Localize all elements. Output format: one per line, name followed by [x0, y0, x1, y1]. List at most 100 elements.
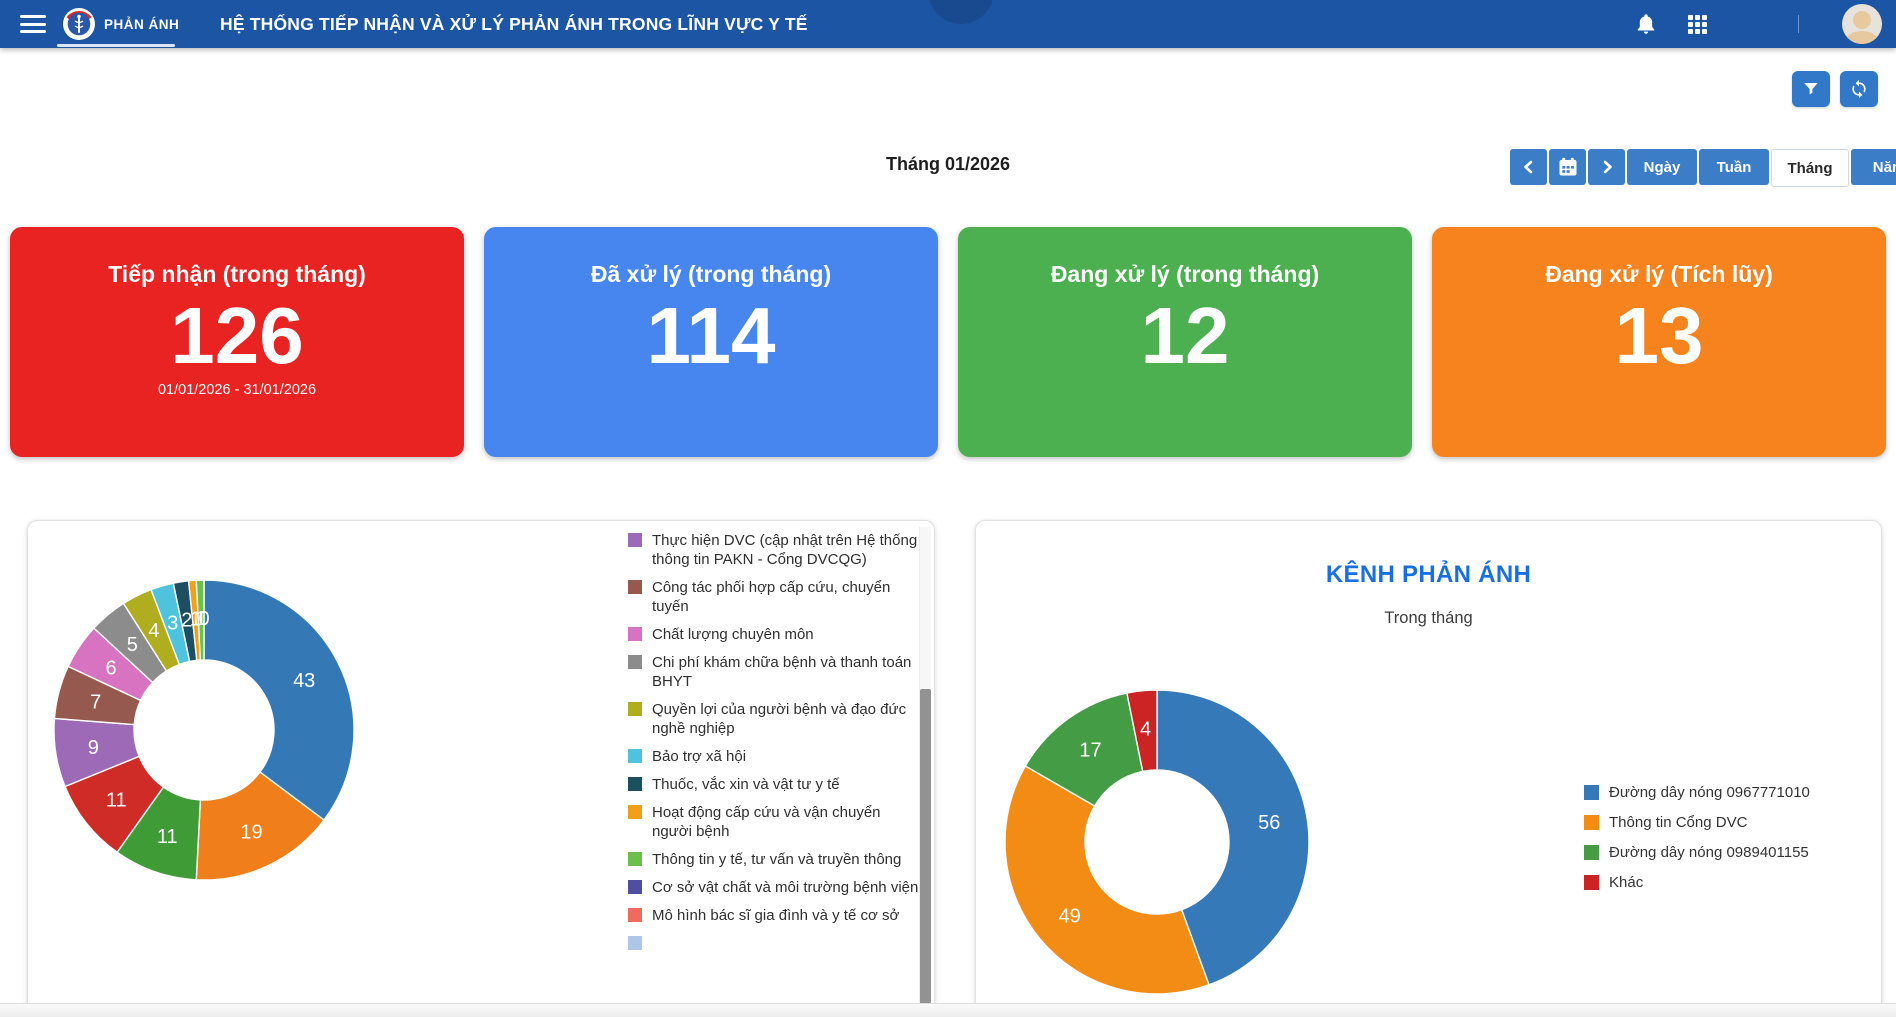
slice-value-label: 3: [167, 613, 178, 635]
user-avatar[interactable]: [1842, 4, 1882, 44]
stat-card-tiep-nhan[interactable]: Tiếp nhận (trong tháng) 126 01/01/2026 -…: [10, 227, 464, 457]
stat-value: 114: [484, 294, 938, 378]
legend-item[interactable]: Đường dây nóng 0967771010: [1584, 783, 1864, 802]
legend-swatch: [628, 655, 642, 669]
stat-title: Đang xử lý (trong tháng): [958, 227, 1412, 288]
stat-date-range: 01/01/2026 - 31/01/2026: [10, 382, 464, 398]
channel-donut-card: KÊNH PHẢN ÁNH Trong tháng 5649174 Đường …: [975, 520, 1882, 1017]
legend-swatch: [1584, 785, 1599, 800]
legend-label: Mô hình bác sĩ gia đình và y tế cơ sở: [652, 906, 899, 925]
legend-item[interactable]: Thông tin Cổng DVC: [1584, 813, 1864, 832]
chart-subtitle: Trong tháng: [976, 609, 1881, 628]
legend-item[interactable]: Chất lượng chuyên môn: [628, 625, 920, 644]
brand-active-underline: [57, 44, 175, 47]
legend-label: Cơ sở vật chất và môi trường bệnh viện: [652, 878, 918, 897]
legend-item[interactable]: Mô hình bác sĩ gia đình và y tế cơ sở: [628, 906, 920, 925]
slice-value-label: 11: [106, 790, 127, 812]
category-legend: Thực hiện DVC (cập nhật trên Hệ thống th…: [628, 531, 920, 959]
funnel-icon: [1802, 80, 1820, 98]
legend-item[interactable]: Quyền lợi của người bệnh và đạo đức nghề…: [628, 700, 920, 738]
legend-item[interactable]: Hoạt động cấp cứu và vận chuyển người bệ…: [628, 803, 920, 841]
stat-value: 12: [958, 294, 1412, 378]
legend-swatch: [628, 805, 642, 819]
legend-swatch: [628, 936, 642, 950]
apps-grid-icon[interactable]: [1688, 15, 1707, 34]
calendar-icon: [1558, 157, 1578, 177]
brand[interactable]: PHẢN ÁNH: [62, 0, 179, 48]
legend-item[interactable]: Khác: [1584, 873, 1864, 892]
stat-title: Đang xử lý (Tích lũy): [1432, 227, 1886, 288]
legend-swatch: [628, 702, 642, 716]
legend-scrollbar-thumb[interactable]: [920, 689, 931, 1017]
stats-row: Tiếp nhận (trong tháng) 126 01/01/2026 -…: [10, 227, 1886, 457]
stat-title: Tiếp nhận (trong tháng): [10, 227, 464, 288]
legend-label: Thông tin Cổng DVC: [1609, 813, 1747, 832]
next-period-button[interactable]: [1588, 149, 1625, 185]
legend-label: Thực hiện DVC (cập nhật trên Hệ thống th…: [652, 531, 920, 569]
view-button-tuan[interactable]: Tuần: [1699, 149, 1769, 185]
legend-swatch: [628, 908, 642, 922]
ministry-of-health-logo-icon: [62, 7, 96, 41]
stat-card-da-xu-ly[interactable]: Đã xử lý (trong tháng) 114: [484, 227, 938, 457]
stat-card-dang-xu-ly-thang[interactable]: Đang xử lý (trong tháng) 12: [958, 227, 1412, 457]
legend-label: Chất lượng chuyên môn: [652, 625, 814, 644]
view-button-thang[interactable]: Tháng: [1771, 149, 1849, 187]
channel-legend: Đường dây nóng 0967771010 Thông tin Cổng …: [1584, 783, 1864, 903]
legend-label: Đường dây nóng 0989401155: [1609, 843, 1809, 862]
date-nav-group: Ngày Tuần Tháng Năm: [1510, 149, 1896, 185]
notifications-bell-icon[interactable]: [1634, 13, 1658, 35]
dashboard-page: PHẢN ÁNH HỆ THỐNG TIẾP NHẬN VÀ XỬ LÝ PHẢ…: [0, 0, 1896, 1017]
legend-item[interactable]: [628, 934, 920, 950]
legend-swatch: [628, 852, 642, 866]
horizontal-scrollbar[interactable]: [0, 1003, 1896, 1017]
view-button-ngay[interactable]: Ngày: [1627, 149, 1697, 185]
slice-value-label: 4: [1140, 719, 1151, 741]
legend-item[interactable]: Thực hiện DVC (cập nhật trên Hệ thống th…: [628, 531, 920, 569]
legend-item[interactable]: Thuốc, vắc xin và vật tư y tế: [628, 775, 920, 794]
legend-swatch: [1584, 815, 1599, 830]
menu-icon[interactable]: [20, 15, 46, 33]
donut-slice[interactable]: [204, 580, 354, 820]
legend-label: Hoạt động cấp cứu và vận chuyển người bệ…: [652, 803, 920, 841]
legend-swatch: [628, 533, 642, 547]
legend-swatch: [1584, 875, 1599, 890]
legend-swatch: [628, 880, 642, 894]
legend-item[interactable]: Bảo trợ xã hội: [628, 747, 920, 766]
slice-value-label: 56: [1258, 812, 1280, 834]
legend-label: Bảo trợ xã hội: [652, 747, 746, 766]
legend-label: Đường dây nóng 0967771010: [1609, 783, 1810, 802]
slice-value-label: 43: [293, 670, 315, 692]
legend-label: Công tác phối hợp cấp cứu, chuyển tuyến: [652, 578, 920, 616]
app-header: PHẢN ÁNH HỆ THỐNG TIẾP NHẬN VÀ XỬ LÝ PHẢ…: [0, 0, 1896, 48]
prev-period-button[interactable]: [1510, 149, 1547, 185]
legend-item[interactable]: Đường dây nóng 0989401155: [1584, 843, 1864, 862]
filter-button[interactable]: [1792, 71, 1830, 107]
header-separator: [1798, 15, 1799, 33]
category-donut-card: 431911119765432110 Thực hiện DVC (cập nh…: [27, 520, 935, 1017]
legend-swatch: [628, 580, 642, 594]
category-donut-chart: 431911119765432110: [44, 570, 364, 890]
legend-item[interactable]: Thông tin y tế, tư vấn và truyền thông: [628, 850, 920, 869]
view-button-nam[interactable]: Năm: [1851, 149, 1896, 185]
legend-item[interactable]: Cơ sở vật chất và môi trường bệnh viện: [628, 878, 920, 897]
legend-label: Quyền lợi của người bệnh và đạo đức nghề…: [652, 700, 920, 738]
stat-value: 126: [10, 294, 464, 378]
channel-donut-chart: 5649174: [1002, 687, 1312, 997]
slice-value-label: 7: [90, 692, 101, 714]
legend-item[interactable]: Công tác phối hợp cấp cứu, chuyển tuyến: [628, 578, 920, 616]
stat-card-dang-xu-ly-tich-luy[interactable]: Đang xử lý (Tích lũy) 13: [1432, 227, 1886, 457]
page-title: HỆ THỐNG TIẾP NHẬN VÀ XỬ LÝ PHẢN ÁNH TRO…: [220, 0, 808, 48]
donut-slice[interactable]: [1005, 766, 1209, 994]
slice-value-label: 5: [127, 634, 138, 656]
slice-value-label: 9: [88, 737, 99, 759]
calendar-button[interactable]: [1549, 149, 1586, 185]
legend-item[interactable]: Chi phí khám chữa bệnh và thanh toán BHY…: [628, 653, 920, 691]
legend-label: Thông tin y tế, tư vấn và truyền thông: [652, 850, 901, 869]
legend-label: Chi phí khám chữa bệnh và thanh toán BHY…: [652, 653, 920, 691]
header-decor-circle: [928, 0, 994, 24]
slice-value-label: 19: [240, 821, 262, 843]
refresh-button[interactable]: [1840, 71, 1878, 107]
slice-value-label: 6: [106, 658, 117, 680]
slice-value-label: 17: [1079, 739, 1101, 761]
stat-title: Đã xử lý (trong tháng): [484, 227, 938, 288]
